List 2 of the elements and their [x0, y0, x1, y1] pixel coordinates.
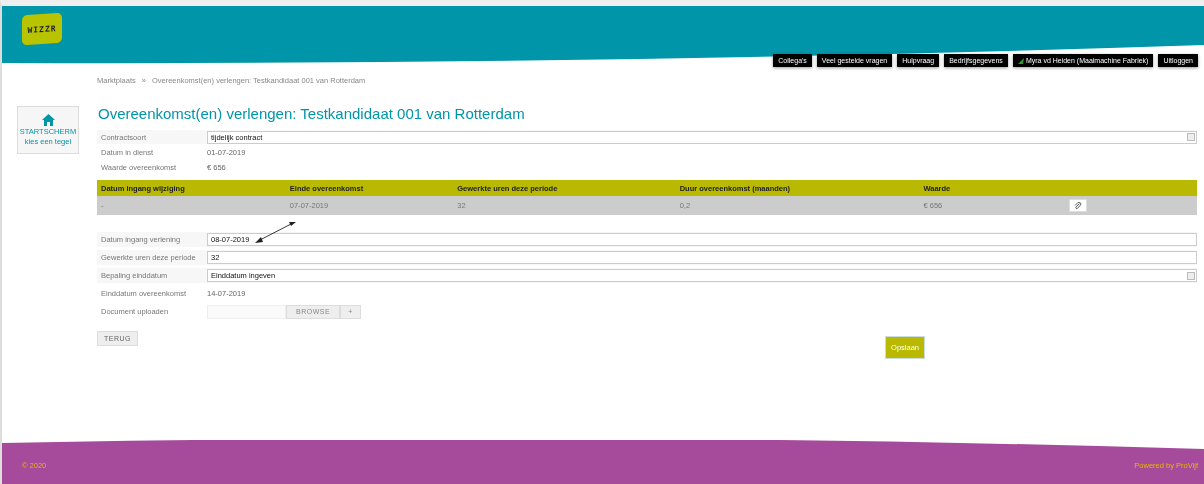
page-title: Overeenkomst(en) verlengen: Testkandidaat 001 van Rotterdam: [98, 105, 526, 122]
logo[interactable]: WIZZR: [22, 12, 62, 46]
